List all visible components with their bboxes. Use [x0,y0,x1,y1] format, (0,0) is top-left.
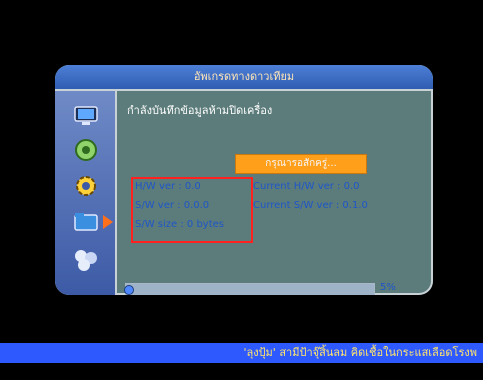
satellite-dish-icon[interactable] [72,137,100,163]
sidebar [55,91,117,295]
current-hw-version-label: Current H/W ver : 0.0 [253,181,360,192]
hw-version-label: H/W ver : 0.0 [135,181,201,192]
please-wait-button: กรุณารอสักครู่... [235,154,367,174]
upgrade-folder-icon[interactable] [72,209,100,235]
current-sw-version-label: Current S/W ver : 0.1.0 [253,200,368,211]
window-title: อัพเกรดทางดาวเทียม [55,65,433,91]
sw-version-label: S/W ver : 0.0.0 [135,200,210,211]
gear-icon[interactable] [72,173,100,199]
monitor-icon[interactable] [72,103,100,129]
upgrade-window: อัพเกรดทางดาวเทียม กำลังบันทึกข้อมูลห้าม… [55,65,433,295]
content-panel: กำลังบันทึกข้อมูลห้ามปิดเครื่อง กรุณารอส… [117,91,433,295]
sw-size-label: S/W size : 0 bytes [135,219,224,230]
news-ticker: 'ลุงปุ้ม' สามีป้าจุ๊สิ้นลม คิดเชื้อในกระ… [0,343,483,363]
selected-arrow-icon [103,215,113,229]
saving-warning: กำลังบันทึกข้อมูลห้ามปิดเครื่อง [127,104,273,117]
progress-percent: 5% [380,282,396,293]
progress-bar [124,283,375,295]
network-icon[interactable] [72,247,100,273]
progress-bar-fill [126,284,374,295]
progress-indicator-icon [124,285,134,295]
